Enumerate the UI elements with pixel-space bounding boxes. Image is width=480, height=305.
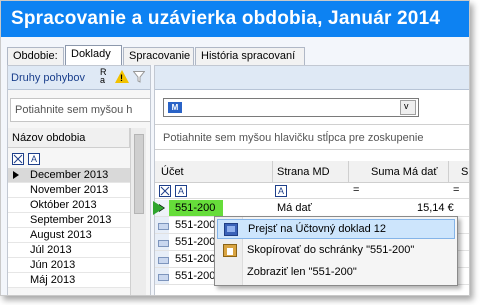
side-cell[interactable]: Má dať [277, 202, 312, 214]
document-book-icon [224, 223, 238, 236]
account-cell[interactable]: 551-200 [175, 236, 215, 248]
scrollbar-thumb[interactable] [134, 134, 144, 214]
period-label: Júl 2013 [30, 244, 72, 256]
tab-historia-spracovani[interactable]: História spracovaní [195, 47, 305, 65]
list-item[interactable]: Júl 2013 [8, 243, 130, 258]
document-type-select[interactable]: M v [163, 98, 419, 117]
tab-spracovanie[interactable]: Spracovanie [123, 47, 194, 65]
text-filter-icon[interactable]: A [275, 185, 287, 197]
period-list: December 2013 November 2013 Október 2013… [8, 168, 130, 288]
period-label: Október 2013 [30, 199, 97, 211]
account-cell[interactable]: 551-200 [175, 270, 215, 282]
group-by-drop-area-documents[interactable]: Potiahnite sem myšou hlavičku stĺpca pre… [155, 124, 469, 150]
list-item[interactable]: September 2013 [8, 213, 130, 228]
period-label: Máj 2013 [30, 274, 76, 286]
tab-doklady[interactable]: Doklady [65, 45, 122, 66]
column-header-strana-md[interactable]: Strana MD [277, 166, 330, 178]
ra-toggle-button[interactable]: Ra [100, 68, 107, 85]
period-pane: Druhy pohybov Ra ! Potiahnite sem myšou … [7, 65, 151, 295]
list-item[interactable]: Máj 2013 [8, 273, 130, 288]
clipboard-icon [223, 244, 237, 257]
column-divider[interactable] [448, 161, 449, 183]
title-bar: Spracovanie a uzávierka obdobia, Január … [1, 1, 469, 37]
text-filter-icon[interactable]: A [28, 153, 40, 165]
current-row-pointer-icon [13, 171, 19, 179]
tab-obdobie[interactable]: Obdobie: [7, 47, 64, 65]
period-label: September 2013 [30, 214, 112, 226]
period-label: August 2013 [30, 229, 92, 241]
warning-symbol: ! [120, 73, 123, 83]
linked-row-icon [155, 268, 169, 284]
account-cell[interactable]: 551-200 [175, 253, 215, 265]
list-item[interactable]: November 2013 [8, 183, 130, 198]
column-header-label: Názov obdobia [12, 132, 86, 144]
menu-item-show-only[interactable]: Zobraziť len "551-200" [217, 263, 455, 283]
filter-clear-icon[interactable] [12, 153, 24, 165]
table-row[interactable]: 551-200 Má dať 15,14 € [155, 200, 469, 217]
menu-item-label: Zobraziť len "551-200" [247, 266, 357, 278]
menu-item-copy-to-clipboard[interactable]: Skopírovať do schránky "551-200" [217, 241, 455, 261]
documents-toolbar [155, 66, 469, 90]
warning-icon[interactable]: ! [115, 70, 129, 83]
documents-grid-header: Účet Strana MD Suma Má dať S [155, 161, 469, 183]
column-header-ucet[interactable]: Účet [161, 166, 184, 178]
account-cell[interactable]: 551-200 [175, 219, 215, 231]
linked-row-icon [155, 234, 169, 250]
list-item[interactable]: August 2013 [8, 228, 130, 243]
chevron-down-icon: v [404, 101, 409, 111]
linked-row-icon [155, 217, 169, 233]
document-type-icon: M [168, 102, 182, 113]
filter-grid-icon [160, 186, 170, 196]
dropdown-button[interactable]: v [400, 100, 416, 115]
window: Spracovanie a uzávierka obdobia, Január … [0, 0, 470, 296]
group-by-hint: Potiahnite sem myšou h [15, 104, 133, 116]
linked-row-icon [155, 251, 169, 267]
equals-filter-operator[interactable]: = [353, 184, 359, 196]
tab-strip: Obdobie: Doklady Spracovanie História sp… [1, 45, 469, 66]
context-menu: Prejsť na Účtovný doklad 12 Skopírovať d… [214, 216, 458, 286]
period-label: November 2013 [30, 184, 109, 196]
menu-item-label: Skopírovať do schránky "551-200" [247, 244, 415, 256]
period-toolbar: Druhy pohybov Ra ! [8, 66, 150, 90]
period-label: December 2013 [30, 169, 109, 181]
movement-types-button[interactable]: Druhy pohybov [11, 72, 85, 84]
documents-filter-row: A A = = [155, 184, 469, 199]
column-header-period-name[interactable]: Názov obdobia [8, 128, 130, 148]
period-scrollbar[interactable] [130, 128, 146, 295]
window-title: Spracovanie a uzávierka obdobia, Január … [11, 8, 441, 29]
green-pointer-arrow-icon [153, 201, 164, 215]
equals-filter-operator[interactable]: = [453, 184, 459, 196]
list-item[interactable]: December 2013 [8, 168, 130, 183]
column-divider[interactable] [348, 161, 349, 183]
group-by-drop-area[interactable]: Potiahnite sem myšou h [10, 98, 150, 122]
period-filter-row: A [8, 150, 130, 168]
filter-funnel-icon[interactable] [133, 71, 145, 83]
list-item[interactable]: Október 2013 [8, 198, 130, 213]
text-filter-icon[interactable]: A [175, 185, 187, 197]
menu-item-label: Prejsť na Účtovný doklad 12 [248, 223, 387, 235]
period-label: Jún 2013 [30, 259, 76, 271]
list-item[interactable]: Jún 2013 [8, 258, 130, 273]
menu-item-go-to-document[interactable]: Prejsť na Účtovný doklad 12 [217, 219, 455, 239]
amount-cell[interactable]: 15,14 € [417, 202, 454, 214]
column-header-suma-ma-dat[interactable]: Suma Má dať [371, 166, 438, 178]
column-divider[interactable] [272, 161, 273, 183]
filter-grid-icon [13, 154, 23, 164]
column-header-s[interactable]: S [461, 166, 468, 178]
account-cell[interactable]: 551-200 [175, 202, 215, 214]
group-by-hint-documents: Potiahnite sem myšou hlavičku stĺpca pre… [163, 132, 424, 144]
filter-clear-icon[interactable] [159, 185, 171, 197]
